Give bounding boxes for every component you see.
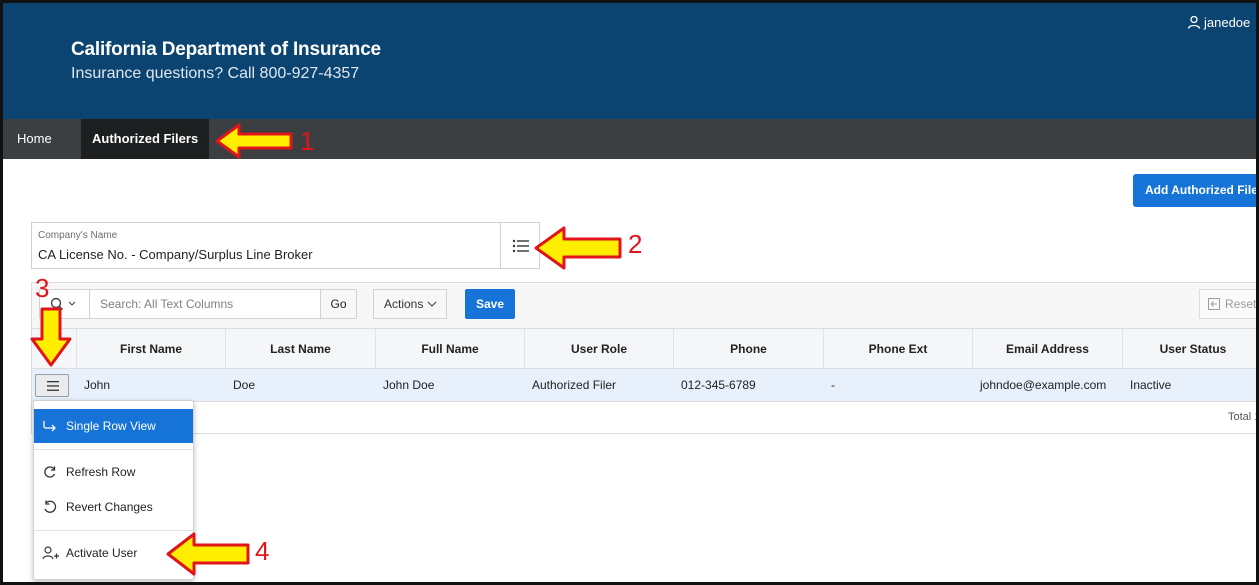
refresh-icon (44, 466, 56, 478)
top-nav: Home Authorized Filers (3, 119, 1256, 159)
actions-menu-button[interactable]: Actions (373, 289, 447, 319)
menu-refresh-row[interactable]: Refresh Row (34, 455, 193, 489)
person-icon (1187, 15, 1201, 29)
menu-item-label: Revert Changes (66, 500, 153, 514)
menu-revert-changes[interactable]: Revert Changes (34, 490, 193, 524)
hamburger-icon (47, 381, 59, 391)
grid-toolbar: Search: All Text Columns Go Actions Save… (32, 283, 1257, 329)
table-row[interactable]: John Doe John Doe Authorized Filer 012-3… (32, 369, 1256, 402)
column-header[interactable]: First Name (76, 329, 225, 369)
user-menu[interactable]: janedoe (1187, 15, 1250, 30)
table-cell[interactable]: - (823, 369, 835, 402)
callout-number: 3 (35, 273, 50, 303)
search-input[interactable]: Search: All Text Columns (89, 289, 321, 319)
nav-authorized-filers[interactable]: Authorized Filers (81, 119, 210, 159)
column-header[interactable]: User Role (524, 329, 673, 369)
interactive-grid: Search: All Text Columns Go Actions Save… (31, 282, 1259, 434)
menu-item-label: Single Row View (66, 419, 156, 433)
enter-arrow-icon (43, 421, 56, 432)
nav-home[interactable]: Home (17, 119, 52, 159)
list-icon (512, 239, 529, 253)
org-title: California Department of Insurance (71, 39, 381, 60)
menu-single-row-view[interactable]: Single Row View (34, 409, 193, 443)
menu-item-label: Activate User (66, 546, 138, 560)
callout-arrow-down (30, 307, 72, 367)
column-header[interactable]: Full Name (375, 329, 524, 369)
menu-item-label: Refresh Row (66, 465, 136, 479)
save-button[interactable]: Save (465, 289, 515, 319)
add-user-icon (42, 546, 59, 560)
column-header[interactable]: Phone Ext (823, 329, 972, 369)
username: janedoe (1204, 15, 1251, 30)
row-actions-button[interactable] (35, 374, 69, 397)
menu-separator (34, 449, 193, 450)
company-name-field[interactable]: Company's Name CA License No. - Company/… (31, 222, 501, 269)
reset-icon (1208, 298, 1220, 310)
table-cell[interactable]: 012-345-6789 (673, 369, 756, 402)
add-authorized-filer-button[interactable]: Add Authorized Filer (1133, 174, 1256, 207)
table-cell[interactable]: Inactive (1122, 369, 1171, 402)
page-frame: California Department of Insurance Insur… (0, 0, 1259, 585)
company-name-value: CA License No. - Company/Surplus Line Br… (38, 247, 313, 262)
callout-number: 4 (255, 536, 270, 566)
app-header: California Department of Insurance Insur… (3, 3, 1256, 119)
company-name-label: Company's Name (38, 230, 118, 241)
table-cell[interactable]: John (76, 369, 110, 402)
callout-number: 2 (628, 229, 643, 259)
column-header[interactable]: Last Name (225, 329, 375, 369)
table-header: First Name Last Name Full Name User Role… (32, 329, 1256, 369)
table-cell[interactable]: Authorized Filer (524, 369, 616, 402)
table-cell[interactable]: Doe (225, 369, 255, 402)
reset-label: Reset (1225, 297, 1257, 311)
column-header[interactable]: User Status (1122, 329, 1256, 369)
go-button[interactable]: Go (320, 289, 357, 319)
chevron-down-icon (427, 301, 437, 307)
callout-number: 1 (300, 126, 315, 156)
column-header[interactable]: Phone (673, 329, 823, 369)
callout-arrow-left (215, 123, 293, 159)
table-cell[interactable]: johndoe@example.com (972, 369, 1106, 402)
reset-button[interactable]: Reset (1199, 289, 1257, 319)
callout-arrow-left (166, 532, 250, 576)
org-subtitle: Insurance questions? Call 800-927-4357 (71, 65, 360, 82)
column-header[interactable]: Email Address (972, 329, 1122, 369)
undo-icon (44, 500, 57, 513)
table-cell[interactable]: John Doe (375, 369, 434, 402)
callout-arrow-left (534, 226, 622, 270)
actions-label: Actions (384, 297, 424, 311)
row-total: Total 1 (1228, 411, 1259, 423)
